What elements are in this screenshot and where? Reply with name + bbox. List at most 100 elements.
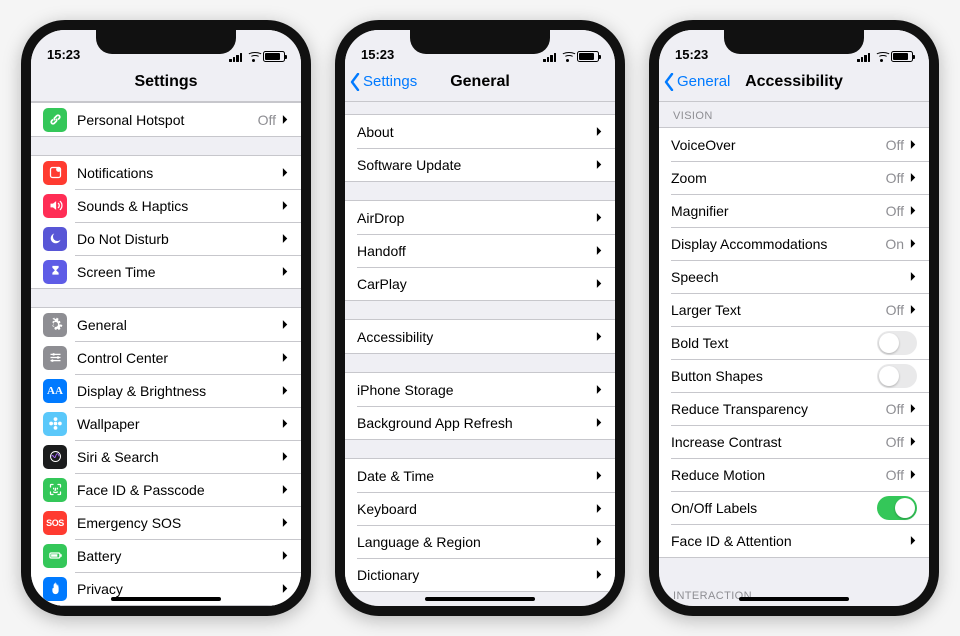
row-label: Personal Hotspot <box>77 112 258 128</box>
settings-row[interactable]: Sounds & Haptics <box>31 189 301 222</box>
settings-row[interactable]: Reduce TransparencyOff <box>659 392 929 425</box>
chevron-right-icon <box>910 469 917 480</box>
battery-icon <box>577 51 599 62</box>
chevron-right-icon <box>282 418 289 429</box>
row-detail: Off <box>258 112 276 128</box>
settings-row[interactable]: CarPlay <box>345 267 615 300</box>
settings-row[interactable]: Background App Refresh <box>345 406 615 439</box>
settings-row[interactable]: On/Off Labels <box>659 491 929 524</box>
phone-settings: 15:23 Settings Personal HotspotOffNotifi… <box>21 20 311 616</box>
row-label: Display Accommodations <box>671 236 885 252</box>
hand-icon <box>43 577 67 601</box>
chevron-right-icon <box>910 139 917 150</box>
settings-row[interactable]: Bold Text <box>659 326 929 359</box>
row-label: iPhone Storage <box>357 382 596 398</box>
settings-row[interactable]: Software Update <box>345 148 615 181</box>
wifi-icon <box>875 52 889 62</box>
phone-accessibility: 15:23 General Accessibility VISIONVoiceO… <box>649 20 939 616</box>
settings-row[interactable]: VoiceOverOff <box>659 128 929 161</box>
settings-row[interactable]: SOSEmergency SOS <box>31 506 301 539</box>
settings-row[interactable]: Keyboard <box>345 492 615 525</box>
row-label: Zoom <box>671 170 886 186</box>
settings-row[interactable]: Button Shapes <box>659 359 929 392</box>
hourglass-icon <box>43 260 67 284</box>
settings-row[interactable]: Speech <box>659 260 929 293</box>
row-label: Date & Time <box>357 468 596 484</box>
settings-row[interactable]: Battery <box>31 539 301 572</box>
chevron-right-icon <box>910 304 917 315</box>
row-label: About <box>357 124 596 140</box>
chevron-right-icon <box>282 484 289 495</box>
row-label: Siri & Search <box>77 449 282 465</box>
settings-row[interactable]: Siri & Search <box>31 440 301 473</box>
settings-row[interactable]: Wallpaper <box>31 407 301 440</box>
signal-icon <box>857 52 872 62</box>
row-label: Button Shapes <box>671 368 877 384</box>
settings-row[interactable]: Screen Time <box>31 255 301 288</box>
row-label: CarPlay <box>357 276 596 292</box>
square-notif-icon <box>43 161 67 185</box>
back-button[interactable]: General <box>663 62 730 101</box>
home-indicator[interactable] <box>425 597 535 601</box>
settings-row[interactable]: Increase ContrastOff <box>659 425 929 458</box>
settings-row[interactable]: Display AccommodationsOn <box>659 227 929 260</box>
settings-row[interactable]: Reduce MotionOff <box>659 458 929 491</box>
settings-row[interactable]: Dictionary <box>345 558 615 591</box>
chevron-right-icon <box>282 266 289 277</box>
chevron-right-icon <box>282 319 289 330</box>
settings-row[interactable]: About <box>345 115 615 148</box>
chevron-left-icon <box>663 73 675 91</box>
chevron-right-icon <box>910 205 917 216</box>
wifi-icon <box>247 52 261 62</box>
toggle-switch[interactable] <box>877 496 917 520</box>
chevron-right-icon <box>282 167 289 178</box>
settings-row[interactable]: Control Center <box>31 341 301 374</box>
flower-icon <box>43 412 67 436</box>
back-button[interactable]: Settings <box>349 62 417 101</box>
settings-row[interactable]: Handoff <box>345 234 615 267</box>
row-label: Emergency SOS <box>77 515 282 531</box>
settings-row[interactable]: Language & Region <box>345 525 615 558</box>
row-label: Privacy <box>77 581 282 597</box>
row-detail: Off <box>886 467 904 483</box>
phone-general: 15:23 Settings General About Software Upd… <box>335 20 625 616</box>
settings-row[interactable]: Face ID & Passcode <box>31 473 301 506</box>
chevron-right-icon <box>596 126 603 137</box>
settings-row[interactable]: ZoomOff <box>659 161 929 194</box>
navbar: Settings General <box>345 62 615 102</box>
toggle-switch[interactable] <box>877 364 917 388</box>
settings-row[interactable]: General <box>31 308 301 341</box>
chevron-right-icon <box>910 436 917 447</box>
row-label: Control Center <box>77 350 282 366</box>
settings-row[interactable]: AADisplay & Brightness <box>31 374 301 407</box>
settings-row[interactable]: Accessibility <box>345 320 615 353</box>
toggle-switch[interactable] <box>877 331 917 355</box>
row-label: Wallpaper <box>77 416 282 432</box>
wifi-icon <box>561 52 575 62</box>
row-label: Reduce Transparency <box>671 401 886 417</box>
row-label: Speech <box>671 269 910 285</box>
settings-row[interactable]: iPhone Storage <box>345 373 615 406</box>
settings-row[interactable]: AirDrop <box>345 201 615 234</box>
settings-row[interactable]: Larger TextOff <box>659 293 929 326</box>
settings-row[interactable]: Notifications <box>31 156 301 189</box>
settings-row[interactable]: Date & Time <box>345 459 615 492</box>
row-label: Background App Refresh <box>357 415 596 431</box>
chevron-left-icon <box>349 73 361 91</box>
home-indicator[interactable] <box>111 597 221 601</box>
page-title: General <box>450 73 510 91</box>
settings-row[interactable]: MagnifierOff <box>659 194 929 227</box>
row-label: Sounds & Haptics <box>77 198 282 214</box>
siri-icon <box>43 445 67 469</box>
home-indicator[interactable] <box>739 597 849 601</box>
settings-row[interactable]: Personal HotspotOff <box>31 103 301 136</box>
settings-row[interactable]: Face ID & Attention <box>659 524 929 557</box>
back-label: General <box>677 73 730 90</box>
chevron-right-icon <box>596 278 603 289</box>
row-label: AirDrop <box>357 210 596 226</box>
battery-icon <box>43 544 67 568</box>
section-header: VISION <box>659 102 929 127</box>
settings-row[interactable]: Do Not Disturb <box>31 222 301 255</box>
row-label: Do Not Disturb <box>77 231 282 247</box>
status-time: 15:23 <box>361 47 417 62</box>
